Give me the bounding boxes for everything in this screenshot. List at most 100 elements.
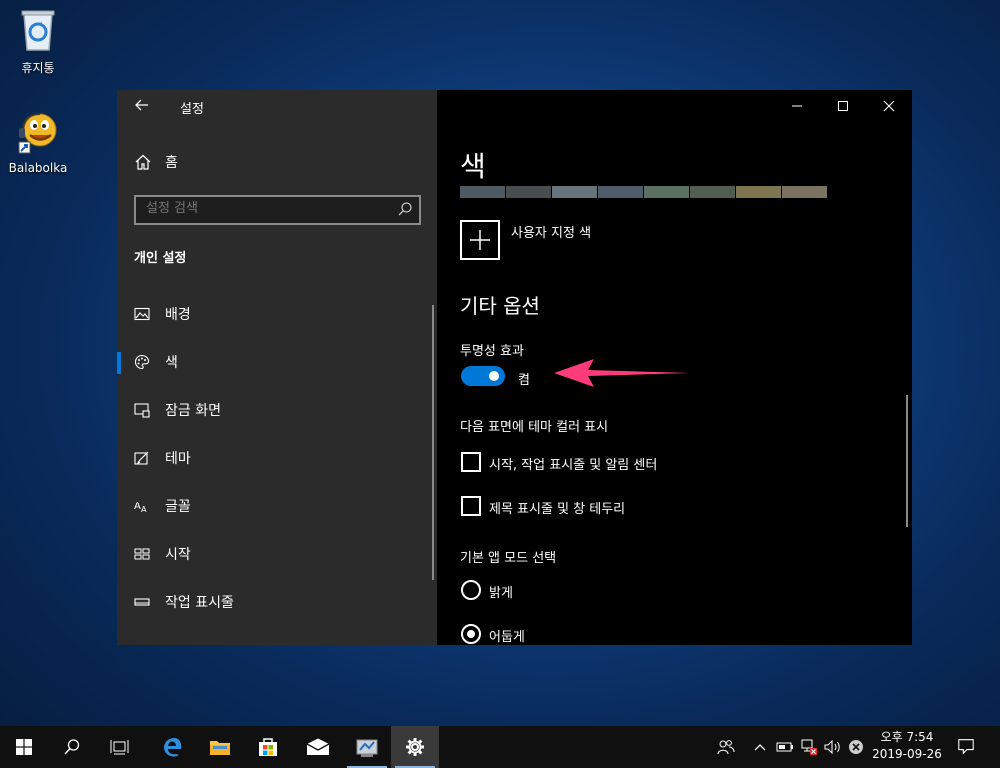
light-mode-radio[interactable]: [461, 580, 481, 600]
taskbar-clock[interactable]: 오후 7:54 2019-09-26: [868, 729, 946, 763]
search-icon: [64, 739, 80, 755]
mail-button[interactable]: [294, 726, 342, 768]
taskbar-icon: [134, 594, 150, 610]
close-button[interactable]: [866, 90, 912, 122]
store-button[interactable]: [244, 726, 292, 768]
nav-item-label: 시작: [165, 547, 191, 563]
settings-main-pane: 색 사용자 지정 색 기타 옵션 투명성 효과 켬 다음 표면에 테마 컬러 표…: [437, 90, 912, 645]
balabolka-icon: [3, 110, 73, 157]
clock-time: 오후 7:54: [880, 730, 934, 744]
theme-icon: [134, 450, 150, 466]
dark-mode-label[interactable]: 어둡게: [489, 626, 525, 645]
sidebar-titlebar: 설정: [117, 90, 437, 122]
back-button[interactable]: [131, 96, 153, 118]
window-title: 설정: [180, 102, 204, 117]
battery-status[interactable]: [776, 738, 794, 756]
custom-color-label: 사용자 지정 색: [511, 226, 592, 241]
file-explorer-button[interactable]: [196, 726, 244, 768]
balabolka-shortcut[interactable]: Balabolka: [3, 110, 73, 175]
color-swatch[interactable]: [506, 186, 551, 198]
color-swatch[interactable]: [644, 186, 689, 198]
picture-icon: [134, 306, 150, 322]
close-icon: [883, 100, 895, 112]
custom-color-button[interactable]: [460, 220, 500, 260]
settings-taskbar-button[interactable]: [391, 726, 439, 768]
task-view-icon: [110, 740, 129, 755]
titlebar-checkbox-label[interactable]: 제목 표시줄 및 창 테두리: [489, 498, 625, 517]
settings-window: 설정 홈 개인 설정 배경 색 잠금 화면 테마: [117, 90, 912, 645]
network-disconnected-icon: [801, 739, 817, 755]
svg-text:A: A: [141, 505, 147, 514]
error-icon: [849, 740, 863, 754]
windows-logo-icon: [16, 739, 32, 755]
titlebar-checkbox[interactable]: [461, 496, 481, 516]
color-swatch[interactable]: [552, 186, 597, 198]
other-options-heading: 기타 옵션: [460, 294, 540, 318]
color-swatch[interactable]: [782, 186, 827, 198]
nav-item-background[interactable]: 배경: [117, 296, 437, 332]
search-input[interactable]: [136, 197, 386, 220]
minimize-icon: [792, 105, 802, 107]
font-icon: AA: [134, 498, 150, 514]
task-view-button[interactable]: [96, 726, 144, 768]
folder-icon: [210, 741, 230, 755]
color-swatch[interactable]: [736, 186, 781, 198]
section-title: 개인 설정: [134, 251, 187, 266]
nav-item-label: 색: [165, 355, 178, 371]
maximize-button[interactable]: [820, 90, 866, 122]
mail-icon: [306, 738, 330, 755]
nav-item-label: 배경: [165, 307, 191, 323]
start-icon: [134, 546, 150, 562]
balabolka-taskbar-button[interactable]: [343, 726, 391, 768]
toggle-knob: [489, 371, 499, 381]
window-controls: [774, 90, 912, 122]
home-icon: [135, 154, 151, 170]
nav-item-fonts[interactable]: AA 글꼴: [117, 488, 437, 524]
gear-icon: [406, 738, 424, 756]
start-taskbar-checkbox[interactable]: [461, 452, 481, 472]
recycle-bin-shortcut[interactable]: 휴지통: [3, 6, 73, 76]
light-mode-label[interactable]: 밝게: [489, 582, 513, 601]
color-swatch[interactable]: [690, 186, 735, 198]
network-status[interactable]: [800, 738, 818, 756]
nav-item-lock-screen[interactable]: 잠금 화면: [117, 392, 437, 428]
edge-icon: [164, 738, 182, 757]
app-mode-label: 기본 앱 모드 선택: [460, 551, 557, 566]
maximize-icon: [838, 101, 848, 111]
settings-search-box[interactable]: [134, 195, 421, 225]
transparency-toggle[interactable]: [461, 366, 505, 386]
nav-item-themes[interactable]: 테마: [117, 440, 437, 476]
plus-icon: [470, 230, 490, 250]
sidebar-scrollbar[interactable]: [432, 305, 434, 580]
search-icon[interactable]: [397, 201, 413, 221]
main-scrollbar[interactable]: [906, 395, 908, 527]
notification-icon: [958, 739, 974, 755]
nav-item-colors[interactable]: 색: [117, 344, 437, 380]
home-nav-item[interactable]: 홈: [135, 152, 178, 172]
show-hidden-icons-button[interactable]: [751, 738, 769, 756]
color-swatch[interactable]: [598, 186, 643, 198]
transparency-label: 투명성 효과: [460, 344, 524, 359]
start-taskbar-checkbox-label[interactable]: 시작, 작업 표시줄 및 알림 센터: [489, 454, 657, 473]
palette-icon: [134, 354, 150, 370]
volume-control[interactable]: [824, 738, 842, 756]
chevron-up-icon: [754, 744, 766, 751]
nav-item-taskbar[interactable]: 작업 표시줄: [117, 584, 437, 620]
people-button[interactable]: [717, 738, 735, 756]
recycle-bin-icon: [3, 6, 73, 55]
dark-mode-radio[interactable]: [461, 624, 481, 644]
edge-button[interactable]: [148, 726, 196, 768]
error-status[interactable]: [847, 738, 865, 756]
minimize-button[interactable]: [774, 90, 820, 122]
nav-item-label: 작업 표시줄: [165, 595, 234, 611]
annotation-arrow-icon: [554, 359, 690, 387]
start-button[interactable]: [0, 726, 48, 768]
nav-item-label: 글꼴: [165, 499, 191, 515]
taskbar-search-button[interactable]: [48, 726, 96, 768]
nav-item-start[interactable]: 시작: [117, 536, 437, 572]
home-label: 홈: [165, 155, 178, 171]
store-icon: [259, 738, 277, 756]
recycle-bin-label: 휴지통: [21, 61, 55, 75]
action-center-button[interactable]: [957, 737, 975, 755]
color-swatch[interactable]: [460, 186, 505, 198]
